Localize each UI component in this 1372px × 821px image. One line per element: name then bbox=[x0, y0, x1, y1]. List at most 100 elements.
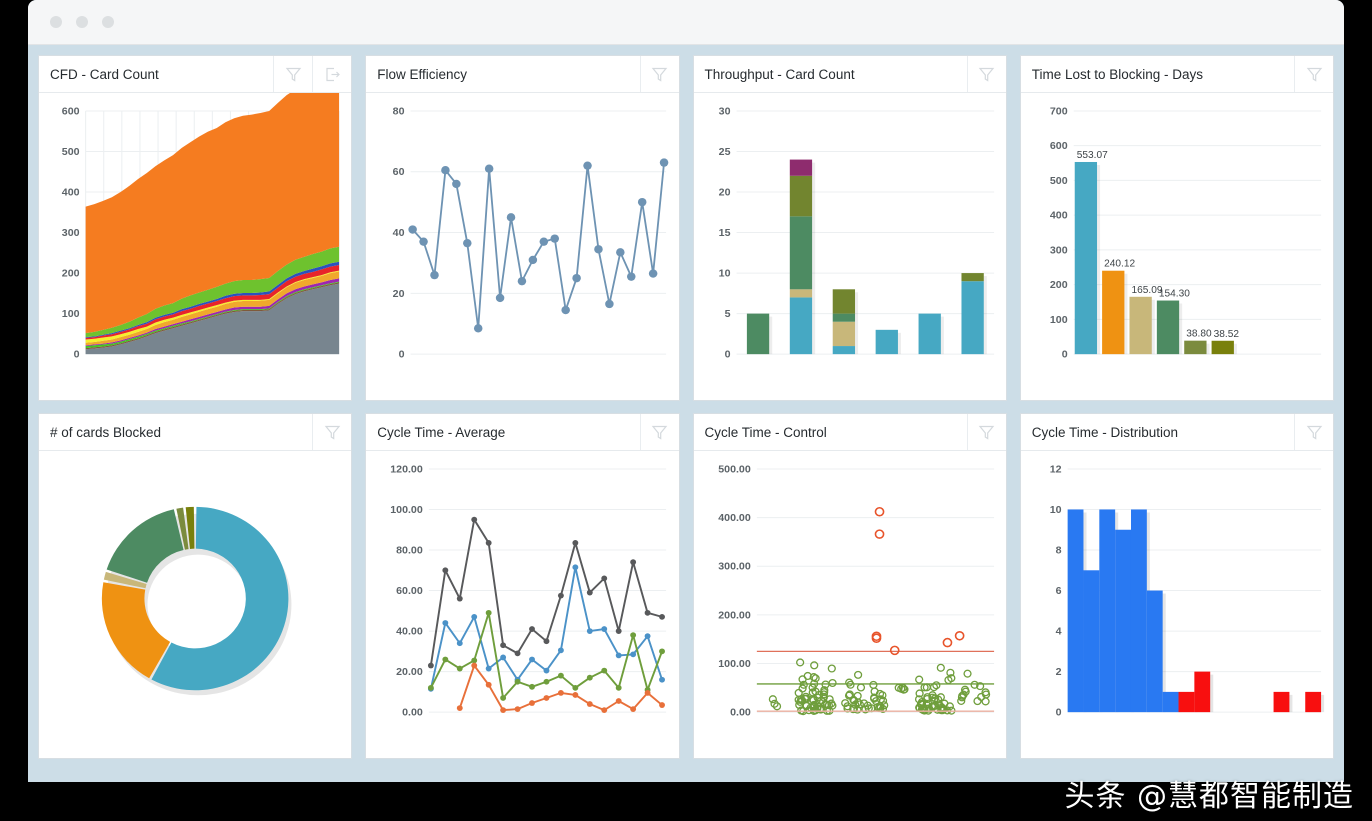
panel-cycle-time-control: Cycle Time - Control 0.00 100.00 200.00 300… bbox=[692, 413, 1007, 759]
filter-button-throughput[interactable] bbox=[966, 56, 1006, 92]
window-dot-2[interactable] bbox=[76, 16, 88, 28]
panel-header-cycle-time-distribution: Cycle Time - Distribution bbox=[1020, 414, 1333, 451]
svg-text:600: 600 bbox=[62, 106, 80, 118]
svg-text:154.30: 154.30 bbox=[1159, 289, 1190, 300]
panel-title-cycle-time-control: Cycle Time - Control bbox=[704, 424, 827, 440]
svg-text:40.00: 40.00 bbox=[396, 626, 423, 638]
filter-funnel-icon bbox=[1306, 67, 1322, 82]
svg-text:40: 40 bbox=[393, 227, 405, 239]
panel-title-cards-blocked: # of cards Blocked bbox=[50, 424, 162, 440]
app-window: CFD - Card Count 0 100 200 300 400 500 600 bbox=[28, 0, 1344, 782]
window-title-bar bbox=[28, 0, 1344, 45]
panel-title-flow-efficiency: Flow Efficiency bbox=[377, 66, 468, 82]
panel-title-cycle-time-average: Cycle Time - Average bbox=[377, 424, 506, 440]
svg-text:15: 15 bbox=[718, 227, 730, 239]
chart-cards-blocked[interactable] bbox=[39, 451, 351, 758]
chart-cfd[interactable]: 0 100 200 300 400 500 600 bbox=[39, 93, 351, 400]
filter-funnel-icon bbox=[324, 425, 341, 440]
svg-text:6: 6 bbox=[1055, 585, 1061, 597]
panel-cycle-time-average: Cycle Time - Average 0.00 20.00 40.00 60.00… bbox=[365, 413, 680, 759]
dashboard-grid: CFD - Card Count 0 100 200 300 400 500 600 bbox=[28, 45, 1344, 782]
svg-text:25: 25 bbox=[718, 146, 730, 158]
panel-header-cycle-time-control: Cycle Time - Control bbox=[693, 414, 1006, 451]
filter-button-cycle-time-control[interactable] bbox=[966, 414, 1006, 450]
svg-text:300: 300 bbox=[1050, 244, 1068, 256]
chart-flow-efficiency[interactable]: 0 20 40 60 80 bbox=[366, 93, 678, 400]
filter-funnel-icon bbox=[285, 67, 302, 82]
svg-text:400: 400 bbox=[1050, 210, 1068, 222]
panel-title-cycle-time-distribution: Cycle Time - Distribution bbox=[1031, 424, 1179, 440]
export-button-cfd[interactable] bbox=[312, 56, 351, 92]
panel-header-flow-efficiency: Flow Efficiency bbox=[366, 56, 679, 93]
filter-button-cards-blocked[interactable] bbox=[312, 414, 351, 450]
chart-cycle-time-average[interactable]: 0.00 20.00 40.00 60.00 80.00 100.00 120.00 bbox=[366, 451, 678, 758]
svg-text:38.80: 38.80 bbox=[1186, 329, 1212, 340]
svg-text:200: 200 bbox=[62, 268, 80, 280]
window-dot-1[interactable] bbox=[50, 16, 62, 28]
svg-text:600: 600 bbox=[1050, 140, 1068, 152]
svg-text:20: 20 bbox=[718, 187, 730, 199]
filter-button-cycle-time-distribution[interactable] bbox=[1294, 414, 1333, 450]
svg-text:500.00: 500.00 bbox=[718, 464, 751, 476]
svg-text:38.52: 38.52 bbox=[1213, 329, 1239, 340]
svg-text:60.00: 60.00 bbox=[396, 585, 423, 597]
panel-cycle-time-distribution: Cycle Time - Distribution 0 2 4 6 8 10 12 bbox=[1019, 413, 1334, 759]
svg-text:0.00: 0.00 bbox=[730, 707, 751, 719]
svg-text:700: 700 bbox=[1050, 106, 1068, 118]
panel-header-cfd: CFD - Card Count bbox=[39, 56, 352, 93]
filter-funnel-icon bbox=[1306, 425, 1322, 440]
panel-title-cfd: CFD - Card Count bbox=[50, 66, 159, 82]
svg-text:100.00: 100.00 bbox=[718, 658, 751, 670]
chart-cycle-time-control[interactable]: 0.00 100.00 200.00 300.00 400.00 500.00 bbox=[694, 451, 1006, 758]
svg-text:10: 10 bbox=[718, 268, 730, 280]
svg-text:100.00: 100.00 bbox=[390, 504, 423, 516]
chart-throughput[interactable]: 0 5 10 15 20 25 30 bbox=[694, 93, 1006, 400]
svg-text:120.00: 120.00 bbox=[390, 464, 423, 476]
svg-text:4: 4 bbox=[1055, 626, 1061, 638]
svg-text:0: 0 bbox=[1061, 349, 1067, 361]
window-dot-3[interactable] bbox=[102, 16, 114, 28]
svg-text:100: 100 bbox=[62, 308, 80, 320]
filter-funnel-icon bbox=[978, 425, 995, 440]
filter-button-cfd[interactable] bbox=[273, 56, 312, 92]
chart-time-lost-to-blocking[interactable]: 0 100 200 300 400 500 600 700 553.07 240.12 165.09… bbox=[1021, 93, 1333, 400]
panel-title-time-lost-to-blocking: Time Lost to Blocking - Days bbox=[1031, 66, 1204, 82]
export-icon bbox=[326, 67, 340, 81]
svg-text:60: 60 bbox=[393, 166, 405, 178]
svg-text:30: 30 bbox=[718, 106, 730, 118]
svg-text:0: 0 bbox=[1055, 707, 1061, 719]
chart-cycle-time-distribution[interactable]: 0 2 4 6 8 10 12 bbox=[1021, 451, 1333, 758]
filter-button-time-lost-to-blocking[interactable] bbox=[1294, 56, 1333, 92]
svg-text:2: 2 bbox=[1055, 666, 1061, 678]
svg-text:100: 100 bbox=[1050, 314, 1068, 326]
svg-text:12: 12 bbox=[1049, 464, 1061, 476]
svg-text:553.07: 553.07 bbox=[1077, 150, 1108, 161]
svg-text:240.12: 240.12 bbox=[1104, 259, 1135, 270]
svg-text:300.00: 300.00 bbox=[718, 561, 751, 573]
filter-funnel-icon bbox=[651, 67, 668, 82]
filter-funnel-icon bbox=[651, 425, 668, 440]
filter-button-flow-efficiency[interactable] bbox=[639, 56, 679, 92]
svg-text:20.00: 20.00 bbox=[396, 666, 423, 678]
svg-text:500: 500 bbox=[1050, 175, 1068, 187]
panel-throughput: Throughput - Card Count 0 5 10 15 20 25 30 bbox=[692, 55, 1007, 401]
svg-text:8: 8 bbox=[1055, 545, 1061, 557]
svg-text:5: 5 bbox=[724, 308, 730, 320]
panel-header-cycle-time-average: Cycle Time - Average bbox=[366, 414, 679, 451]
svg-text:400.00: 400.00 bbox=[718, 512, 751, 524]
svg-text:200: 200 bbox=[1050, 279, 1068, 291]
panel-header-cards-blocked: # of cards Blocked bbox=[39, 414, 352, 451]
svg-text:80: 80 bbox=[393, 106, 405, 118]
svg-text:0: 0 bbox=[74, 349, 80, 361]
watermark-text: 头条 @慧都智能制造 bbox=[1064, 779, 1354, 814]
svg-text:20: 20 bbox=[393, 288, 405, 300]
svg-text:200.00: 200.00 bbox=[718, 609, 751, 621]
filter-button-cycle-time-average[interactable] bbox=[639, 414, 679, 450]
panel-time-lost-to-blocking: Time Lost to Blocking - Days 0 100 200 300 4… bbox=[1019, 55, 1334, 401]
svg-text:80.00: 80.00 bbox=[396, 545, 423, 557]
panel-header-time-lost-to-blocking: Time Lost to Blocking - Days bbox=[1020, 56, 1333, 93]
svg-text:500: 500 bbox=[62, 146, 80, 158]
svg-text:0.00: 0.00 bbox=[402, 707, 423, 719]
panel-cards-blocked: # of cards Blocked bbox=[38, 413, 353, 759]
svg-text:400: 400 bbox=[62, 187, 80, 199]
